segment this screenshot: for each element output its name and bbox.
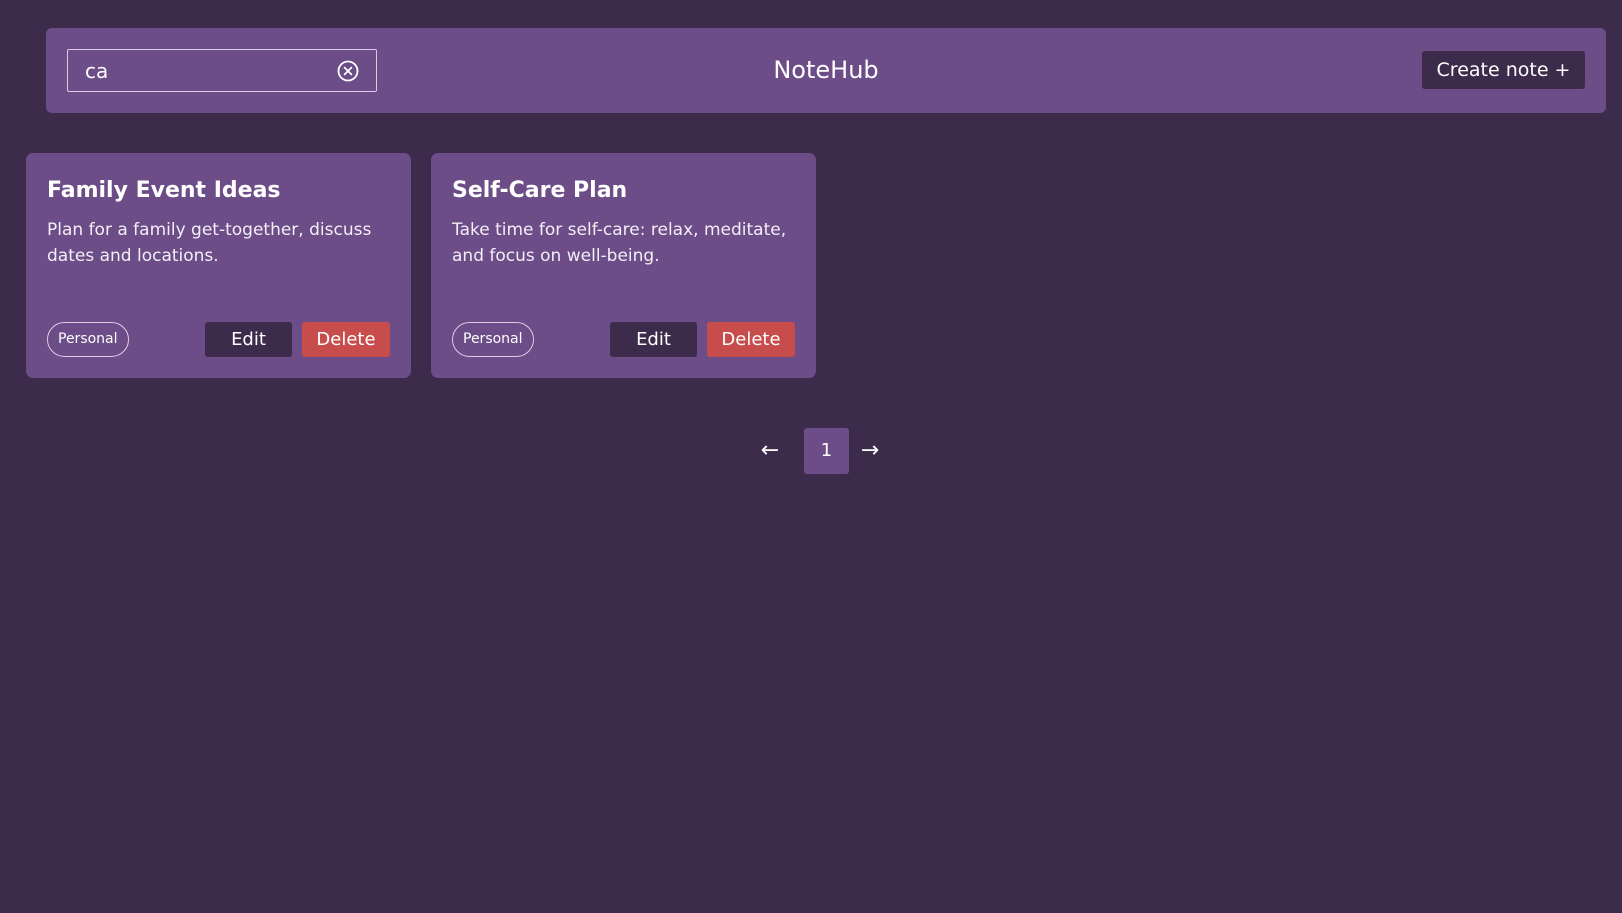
prev-page-button[interactable]: ← (752, 428, 788, 474)
note-title: Self-Care Plan (452, 178, 628, 203)
app-header: NoteHub Create note + (46, 28, 1606, 113)
note-tag: Personal (47, 322, 129, 357)
delete-button[interactable]: Delete (302, 322, 390, 357)
delete-button[interactable]: Delete (707, 322, 795, 357)
close-circle-icon[interactable] (337, 60, 359, 82)
note-title: Family Event Ideas (47, 178, 281, 203)
search-input[interactable] (68, 50, 338, 91)
edit-button[interactable]: Edit (205, 322, 292, 357)
pagination: ← 1 → (752, 428, 900, 474)
next-page-button[interactable]: → (852, 428, 888, 474)
note-card: Family Event Ideas Plan for a family get… (26, 153, 411, 378)
page-number-current[interactable]: 1 (804, 428, 849, 474)
edit-button[interactable]: Edit (610, 322, 697, 357)
note-card: Self-Care Plan Take time for self-care: … (431, 153, 816, 378)
search-box (67, 49, 377, 92)
notes-list: Family Event Ideas Plan for a family get… (26, 153, 846, 379)
note-content: Take time for self-care: relax, meditate… (452, 220, 787, 266)
note-tag: Personal (452, 322, 534, 357)
create-note-button[interactable]: Create note + (1422, 51, 1585, 89)
note-content: Plan for a family get-together, discuss … (47, 220, 372, 266)
